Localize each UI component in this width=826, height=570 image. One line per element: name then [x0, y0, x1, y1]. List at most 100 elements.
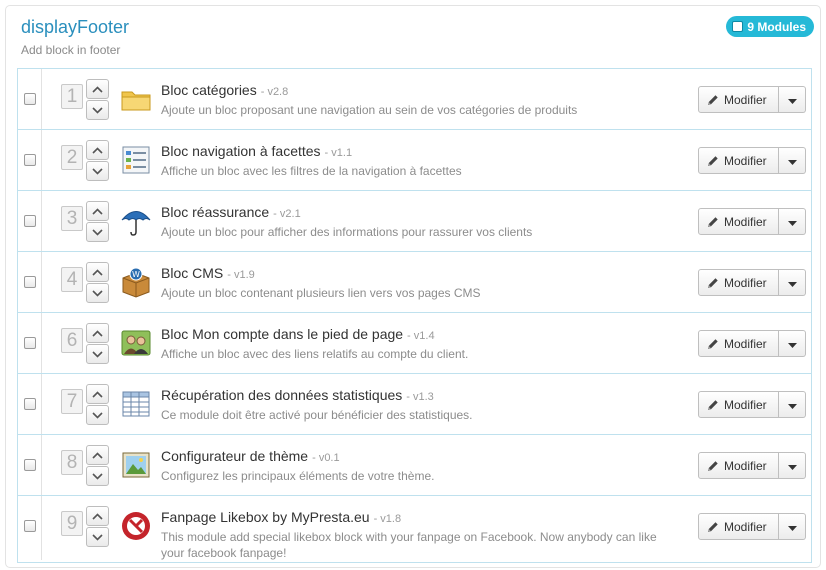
row-divider [41, 252, 42, 312]
module-version: - v0.1 [312, 452, 340, 464]
move-down-button[interactable] [86, 100, 109, 120]
svg-text:W: W [132, 270, 140, 279]
actions-dropdown-button[interactable] [779, 269, 806, 296]
module-checkbox[interactable] [24, 154, 36, 166]
actions-dropdown-button[interactable] [779, 452, 806, 479]
move-up-button[interactable] [86, 445, 109, 465]
modify-button[interactable]: Modifier [698, 330, 779, 357]
move-down-button[interactable] [86, 283, 109, 303]
caret-down-icon [787, 276, 797, 290]
move-up-button[interactable] [86, 262, 109, 282]
pencil-icon [707, 155, 719, 167]
module-name: Bloc CMS - v1.9 [161, 265, 255, 281]
module-checkbox[interactable] [24, 520, 36, 532]
chevron-up-icon [92, 446, 103, 464]
select-all-checkbox[interactable] [732, 21, 744, 32]
modify-button[interactable]: Modifier [698, 269, 779, 296]
caret-down-icon [787, 398, 797, 412]
module-name: Bloc navigation à facettes - v1.1 [161, 143, 352, 159]
modify-button[interactable]: Modifier [698, 147, 779, 174]
position-arrows [86, 384, 109, 425]
module-checkbox[interactable] [24, 93, 36, 105]
actions-dropdown-button[interactable] [779, 147, 806, 174]
actions-dropdown-button[interactable] [779, 208, 806, 235]
actions-dropdown-button[interactable] [779, 330, 806, 357]
pencil-icon [707, 460, 719, 472]
move-down-button[interactable] [86, 405, 109, 425]
spreadsheet-icon [120, 388, 152, 420]
module-name-text: Bloc Mon compte dans le pied de page [161, 326, 404, 342]
module-position: 9 [61, 511, 83, 536]
modify-button[interactable]: Modifier [698, 513, 779, 540]
modify-button[interactable]: Modifier [698, 208, 779, 235]
row-divider [41, 191, 42, 251]
chevron-down-icon [92, 162, 103, 180]
module-actions: Modifier [698, 147, 806, 174]
module-name: Fanpage Likebox by MyPresta.eu - v1.8 [161, 509, 401, 525]
position-arrows [86, 506, 109, 547]
move-up-button[interactable] [86, 384, 109, 404]
module-version: - v1.3 [406, 391, 434, 403]
module-actions: Modifier [698, 269, 806, 296]
module-position: 1 [61, 84, 83, 109]
chevron-up-icon [92, 263, 103, 281]
module-actions: Modifier [698, 452, 806, 479]
row-divider [41, 130, 42, 190]
module-description: Ajoute un bloc proposant une navigation … [161, 103, 578, 117]
move-up-button[interactable] [86, 323, 109, 343]
caret-down-icon [787, 337, 797, 351]
hook-title: displayFooter [21, 17, 130, 37]
module-name-text: Bloc réassurance [161, 204, 270, 220]
module-description: Affiche un bloc avec des liens relatifs … [161, 347, 469, 361]
position-arrows [86, 323, 109, 364]
module-row: 3 Bloc réassurance - v2.1 Ajoute un bloc … [18, 191, 811, 252]
module-checkbox[interactable] [24, 276, 36, 288]
module-row: 2 Bloc navigation à facettes - v1.1 Affic… [18, 130, 811, 191]
actions-dropdown-button[interactable] [779, 391, 806, 418]
move-up-button[interactable] [86, 79, 109, 99]
move-down-button[interactable] [86, 527, 109, 547]
module-description: Configurez les principaux éléments de vo… [161, 469, 435, 483]
module-row: 6 Bloc Mon compte dans le pied de page - … [18, 313, 811, 374]
modify-label: Modifier [724, 397, 767, 412]
caret-down-icon [787, 520, 797, 534]
module-checkbox[interactable] [24, 459, 36, 471]
folder-icon [120, 83, 152, 115]
position-arrows [86, 140, 109, 181]
row-divider [41, 374, 42, 434]
move-down-button[interactable] [86, 466, 109, 486]
move-down-button[interactable] [86, 344, 109, 364]
pencil-icon [707, 521, 719, 533]
module-row: 9 Fanpage Likebox by MyPresta.eu - v1.8 T… [18, 496, 811, 560]
row-divider [41, 313, 42, 373]
move-up-button[interactable] [86, 140, 109, 160]
modify-button[interactable]: Modifier [698, 452, 779, 479]
actions-dropdown-button[interactable] [779, 86, 806, 113]
module-version: - v1.8 [373, 513, 402, 525]
modify-label: Modifier [724, 275, 767, 290]
move-down-button[interactable] [86, 222, 109, 242]
module-name-text: Bloc catégories [161, 82, 257, 98]
modify-button[interactable]: Modifier [698, 391, 779, 418]
move-up-button[interactable] [86, 506, 109, 526]
module-checkbox[interactable] [24, 215, 36, 227]
chevron-down-icon [92, 223, 103, 241]
modify-button[interactable]: Modifier [698, 86, 779, 113]
actions-dropdown-button[interactable] [779, 513, 806, 540]
module-version: - v1.9 [227, 269, 255, 281]
pencil-icon [707, 277, 719, 289]
move-up-button[interactable] [86, 201, 109, 221]
module-name: Configurateur de thème - v0.1 [161, 448, 340, 464]
move-down-button[interactable] [86, 161, 109, 181]
modify-label: Modifier [724, 214, 767, 229]
pencil-icon [707, 94, 719, 106]
modify-label: Modifier [724, 153, 767, 168]
modules-count-badge[interactable]: 9 Modules [726, 16, 814, 37]
chevron-up-icon [92, 507, 103, 525]
caret-down-icon [787, 154, 797, 168]
chevron-up-icon [92, 141, 103, 159]
chevron-down-icon [92, 284, 103, 302]
module-checkbox[interactable] [24, 398, 36, 410]
chevron-up-icon [92, 385, 103, 403]
module-checkbox[interactable] [24, 337, 36, 349]
